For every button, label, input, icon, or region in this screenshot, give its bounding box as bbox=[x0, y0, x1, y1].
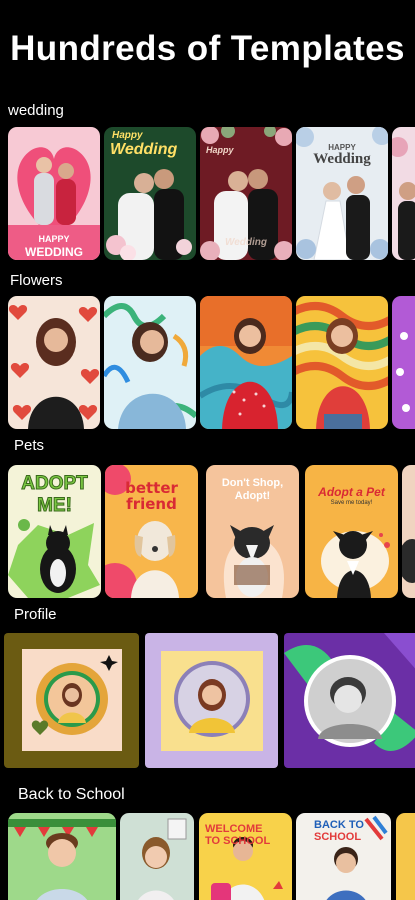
student-artwork bbox=[8, 819, 116, 900]
flower-artwork bbox=[396, 332, 410, 412]
template-card[interactable]: HAPPY WEDDING bbox=[8, 127, 100, 260]
template-card[interactable]: Don't Shop, Adopt! bbox=[206, 465, 299, 598]
card-caption: BACK TO bbox=[314, 819, 364, 831]
card-caption: Adopt a Pet bbox=[318, 485, 385, 499]
profile-artwork bbox=[22, 649, 122, 751]
couple-artwork bbox=[392, 137, 415, 260]
card-caption: SCHOOL bbox=[314, 831, 362, 843]
card-caption: WEDDING bbox=[25, 245, 83, 259]
card-caption: Wedding bbox=[224, 237, 268, 248]
template-row-pets[interactable]: ADOPT ME! better friend Don't Shop, Adop… bbox=[0, 465, 415, 599]
template-card[interactable] bbox=[402, 465, 415, 598]
template-card[interactable]: WELCOME TO SCHOOL bbox=[199, 813, 292, 900]
template-card[interactable] bbox=[145, 633, 278, 768]
template-card[interactable] bbox=[8, 813, 116, 900]
card-caption: Happy bbox=[206, 145, 234, 155]
template-card[interactable]: BACK TO SCHOOL bbox=[296, 813, 391, 900]
template-row-back-to-school[interactable]: WELCOME TO SCHOOL BACK TO SCHOOL bbox=[0, 813, 415, 900]
section-label-pets: Pets bbox=[14, 437, 45, 454]
template-card[interactable]: Happy Wedding bbox=[104, 127, 196, 260]
portrait-artwork bbox=[104, 303, 196, 429]
template-card[interactable] bbox=[200, 296, 292, 429]
portrait-artwork bbox=[200, 296, 292, 429]
card-caption: HAPPY bbox=[38, 234, 70, 244]
template-card[interactable]: HAPPY Wedding bbox=[296, 127, 388, 260]
template-card[interactable] bbox=[120, 813, 194, 900]
template-card[interactable] bbox=[104, 296, 196, 429]
card-caption: Wedding bbox=[313, 151, 371, 167]
template-card[interactable] bbox=[4, 633, 139, 768]
template-card[interactable] bbox=[296, 296, 388, 429]
template-card[interactable]: ADOPT ME! bbox=[8, 465, 101, 598]
template-card[interactable] bbox=[8, 296, 100, 429]
template-card[interactable]: Adopt a Pet Save me today! bbox=[305, 465, 398, 598]
profile-artwork bbox=[284, 633, 415, 751]
card-caption: friend bbox=[126, 495, 177, 513]
card-caption: ADOPT bbox=[21, 473, 89, 495]
page-title: Hundreds of Templates bbox=[10, 29, 405, 68]
template-card[interactable]: Happy Wedding bbox=[200, 127, 292, 260]
card-caption: Adopt! bbox=[234, 490, 271, 502]
section-label-profile: Profile bbox=[14, 606, 57, 623]
template-card[interactable] bbox=[396, 813, 415, 900]
template-card[interactable] bbox=[284, 633, 415, 768]
card-caption: Don't Shop, bbox=[221, 477, 284, 489]
card-caption: TO SCHOOL bbox=[205, 835, 271, 847]
template-card[interactable] bbox=[392, 127, 415, 260]
student-artwork bbox=[138, 818, 187, 900]
profile-artwork bbox=[161, 651, 263, 751]
dog-artwork bbox=[402, 539, 415, 583]
section-label-wedding: wedding bbox=[8, 102, 64, 119]
template-row-flowers[interactable] bbox=[0, 296, 415, 430]
portrait-artwork bbox=[8, 305, 100, 429]
portrait-artwork bbox=[296, 302, 388, 429]
template-card[interactable]: better friend bbox=[105, 465, 198, 598]
card-caption: Happy bbox=[112, 130, 143, 141]
template-row-wedding[interactable]: HAPPY WEDDING Happy Wedding Happy Weddin… bbox=[0, 127, 415, 261]
section-label-flowers: Flowers bbox=[10, 272, 63, 289]
template-row-profile[interactable] bbox=[0, 633, 415, 768]
card-caption: ME! bbox=[37, 495, 73, 517]
card-caption: Wedding bbox=[110, 141, 178, 158]
card-caption: Save me today! bbox=[330, 500, 373, 506]
section-label-back-to-school: Back to School bbox=[18, 786, 125, 803]
card-caption: WELCOME bbox=[205, 823, 263, 835]
template-card[interactable] bbox=[392, 296, 415, 429]
